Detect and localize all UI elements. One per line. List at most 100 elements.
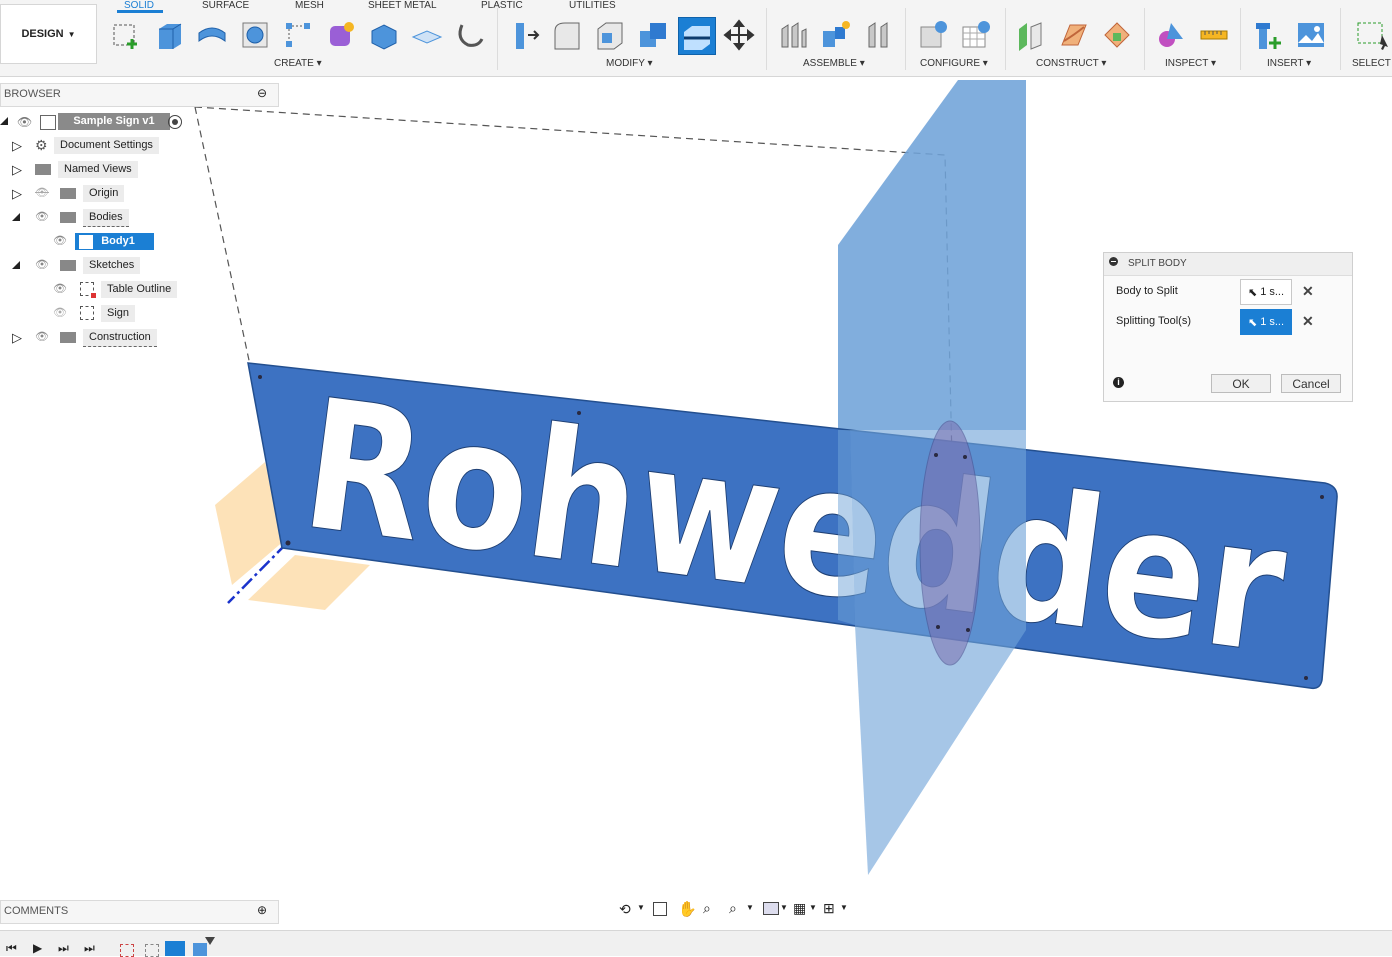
create-form-icon[interactable] [323,17,359,53]
step-forward-icon[interactable]: ⏭ [58,941,69,956]
interference-icon[interactable] [1153,17,1189,53]
browser-item-construction[interactable]: ▷ 👁 Construction [0,327,277,349]
coil-icon[interactable] [452,17,488,53]
collapse-triangle-icon[interactable] [12,261,20,269]
chevron-down-icon[interactable]: ▼ [809,903,817,912]
hole-icon[interactable] [237,17,273,53]
eye-icon[interactable]: 👁 [35,330,49,343]
browser-root[interactable]: 👁 Sample Sign v1 [0,111,277,133]
collapse-triangle-icon[interactable] [12,213,20,221]
revolve-icon[interactable] [194,17,230,53]
grid-icon[interactable]: ▦ [793,900,806,917]
zoom-icon[interactable]: ⌕ [703,900,711,917]
comments-panel-header[interactable]: COMMENTS ⊕ [0,900,279,924]
offset-plane-icon[interactable] [1013,17,1049,53]
cancel-button[interactable]: Cancel [1281,374,1341,393]
clear-selection-icon[interactable]: ✕ [1302,283,1314,300]
eye-icon[interactable]: 👁 [53,234,67,247]
tab-mesh[interactable]: MESH [295,0,324,12]
configuration-table-icon[interactable] [958,17,994,53]
root-component-label[interactable]: Sample Sign v1 [58,113,170,130]
chevron-down-icon[interactable]: ▼ [780,903,788,912]
browser-item-sketches[interactable]: 👁 Sketches [0,255,277,277]
pattern-icon[interactable] [280,17,316,53]
eye-icon[interactable]: 👁 [35,210,49,223]
expand-arrow-icon[interactable]: ▷ [12,330,22,346]
create-sketch-icon[interactable] [108,17,144,53]
chevron-down-icon[interactable]: ▼ [746,903,754,912]
insert-derive-icon[interactable] [1251,17,1287,53]
eye-hidden-icon[interactable]: 👁 [35,186,49,199]
body-to-split-selector[interactable]: ⬉ 1 s... [1240,279,1292,305]
new-component-icon[interactable] [776,17,812,53]
as-built-joint-icon[interactable] [861,17,897,53]
chevron-down-icon[interactable]: ▼ [637,903,645,912]
group-modify[interactable]: MODIFY ▾ [606,58,653,69]
press-pull-icon[interactable] [506,17,542,53]
eye-icon[interactable]: 👁 [17,115,32,129]
combine-icon[interactable] [635,17,671,53]
expand-arrow-icon[interactable]: ▷ [12,138,22,154]
shell-icon[interactable] [592,17,628,53]
timeline-feature-icon[interactable] [165,941,185,956]
go-to-end-icon[interactable]: ⏭ [84,941,95,956]
measure-icon[interactable] [1196,17,1232,53]
browser-item-document-settings[interactable]: ▷ ⚙ Document Settings [0,135,277,157]
play-icon[interactable]: ▶ [33,941,42,955]
select-box-icon[interactable] [1354,17,1390,53]
box-icon[interactable] [366,17,402,53]
tab-utilities[interactable]: UTILITIES [569,0,616,12]
dialog-header[interactable]: SPLIT BODY [1104,253,1352,276]
configure-icon[interactable] [915,17,951,53]
plane-along-path-icon[interactable] [1056,17,1092,53]
group-construct[interactable]: CONSTRUCT ▾ [1036,58,1106,69]
fillet-icon[interactable] [549,17,585,53]
clear-selection-icon[interactable]: ✕ [1302,313,1314,330]
move-icon[interactable] [721,17,757,53]
activate-radio-icon[interactable] [168,115,182,129]
eye-icon[interactable]: 👁 [53,282,67,295]
timeline-marker-icon[interactable] [205,937,215,945]
eye-hidden-icon[interactable]: 👁 [53,306,67,319]
split-body-icon[interactable] [678,17,716,55]
group-create[interactable]: CREATE ▾ [274,58,322,69]
tab-plastic[interactable]: PLASTIC [481,0,523,12]
eye-icon[interactable]: 👁 [35,258,49,271]
joint-icon[interactable] [818,17,854,53]
splitting-tools-selector[interactable]: ⬉ 1 s... [1240,309,1292,335]
tab-surface[interactable]: SURFACE [202,0,249,12]
expand-arrow-icon[interactable]: ▷ [12,162,22,178]
group-assemble[interactable]: ASSEMBLE ▾ [803,58,865,69]
browser-item-origin[interactable]: ▷ 👁 Origin [0,183,277,205]
collapse-icon[interactable]: ⊖ [257,86,267,100]
workspace-dropdown[interactable]: DESIGN ▼ [0,4,97,64]
group-inspect[interactable]: INSPECT ▾ [1165,58,1216,69]
group-select[interactable]: SELECT [1352,58,1391,69]
browser-item-body1[interactable]: 👁 Body1 [0,231,277,253]
insert-canvas-icon[interactable] [1293,17,1329,53]
pan-icon[interactable]: ✋ [678,900,697,918]
collapse-triangle-icon[interactable] [0,117,8,125]
orbit-icon[interactable]: ⟲ [619,901,631,918]
browser-item-named-views[interactable]: ▷ Named Views [0,159,277,181]
fit-icon[interactable]: ⌕ [729,900,737,917]
go-to-start-icon[interactable]: ⏮ [6,941,17,956]
browser-panel-header[interactable]: BROWSER ⊖ [0,83,279,107]
browser-item-sign[interactable]: 👁 Sign [0,303,277,325]
extrude-icon[interactable] [151,17,187,53]
timeline-sketch-icon[interactable] [120,944,134,957]
browser-item-bodies[interactable]: 👁 Bodies [0,207,277,229]
tab-sheet-metal[interactable]: SHEET METAL [368,0,437,12]
ok-button[interactable]: OK [1211,374,1271,393]
browser-item-table-outline[interactable]: 👁 Table Outline [0,279,277,301]
group-insert[interactable]: INSERT ▾ [1267,58,1311,69]
add-comment-icon[interactable]: ⊕ [257,903,267,917]
collapse-icon[interactable] [1109,257,1118,266]
look-at-icon[interactable] [653,902,667,916]
plane-mesh-icon[interactable] [409,17,445,53]
group-configure[interactable]: CONFIGURE ▾ [920,58,988,69]
viewports-icon[interactable]: ⊞ [823,900,835,917]
chevron-down-icon[interactable]: ▼ [840,903,848,912]
info-icon[interactable]: i [1113,377,1124,388]
display-settings-icon[interactable] [763,902,779,915]
